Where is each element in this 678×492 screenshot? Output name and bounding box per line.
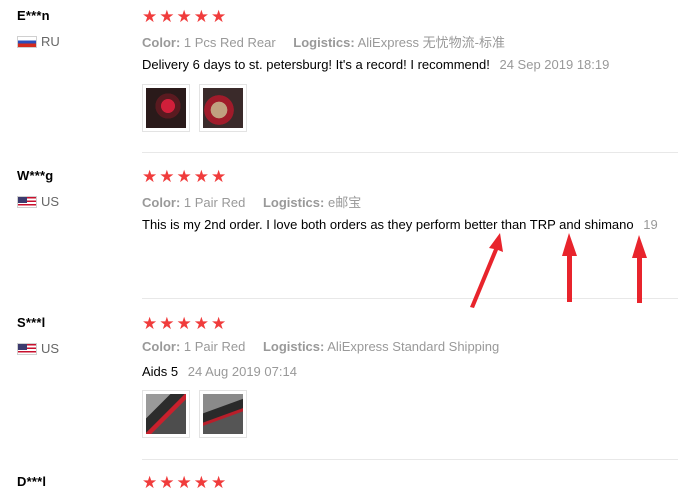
annotation-arrows — [470, 233, 647, 308]
review-divider — [142, 152, 678, 153]
reviewer-name: D***l — [17, 474, 47, 489]
logistics-value: e邮宝 — [327, 195, 362, 210]
review-date: 24 Aug 2019 07:14 — [187, 364, 297, 379]
color-label: Color: — [142, 339, 181, 354]
star-rating: ★★★★★ — [142, 314, 229, 333]
red-arrow-icon — [632, 235, 647, 303]
country-code: US — [41, 194, 60, 209]
red-arrow-icon — [562, 233, 577, 302]
country-code: RU — [41, 34, 60, 49]
color-value: 1 Pair Red — [183, 195, 246, 210]
review-divider — [142, 298, 678, 299]
star-rating: ★★★★★ — [142, 167, 229, 186]
review-photo-thumbnail[interactable] — [199, 390, 247, 438]
russia-flag-icon — [17, 35, 37, 48]
review-body: Delivery 6 days to st. petersburg! It's … — [142, 57, 490, 72]
reviewer-country: RU — [17, 34, 60, 49]
review-meta: Color: 1 Pair Red Logistics: AliExpress … — [142, 339, 499, 354]
review-text: Delivery 6 days to st. petersburg! It's … — [142, 57, 609, 72]
review-photo-thumbnail[interactable] — [142, 84, 190, 132]
review-photos — [142, 84, 247, 132]
color-value: 1 Pcs Red Rear — [183, 35, 276, 50]
star-rating: ★★★★★ — [142, 473, 229, 492]
usa-flag-icon — [17, 195, 37, 208]
logistics-label: Logistics: — [262, 195, 325, 210]
review-meta: Color: 1 Pcs Red Rear Logistics: AliExpr… — [142, 32, 505, 51]
review-photo-thumbnail[interactable] — [142, 390, 190, 438]
logistics-label: Logistics: — [262, 339, 325, 354]
review-photo-thumbnail[interactable] — [199, 84, 247, 132]
usa-flag-icon — [17, 342, 37, 355]
reviewer-name: W***g — [17, 168, 54, 183]
review-date: 19 — [643, 217, 658, 232]
reviewer-country: US — [17, 194, 59, 209]
logistics-label: Logistics: — [293, 35, 355, 50]
red-arrow-icon — [470, 233, 503, 308]
review-text: This is my 2nd order. I love both orders… — [142, 217, 658, 232]
review-divider — [142, 459, 678, 460]
review-meta: Color: 1 Pair Red Logistics: e邮宝 — [142, 192, 361, 211]
logistics-value: AliExpress 无忧物流-标准 — [357, 35, 505, 50]
star-rating: ★★★★★ — [142, 7, 229, 26]
review-body: This is my 2nd order. I love both orders… — [142, 217, 634, 232]
country-code: US — [41, 341, 60, 356]
color-value: 1 Pair Red — [183, 339, 246, 354]
logistics-value: AliExpress Standard Shipping — [327, 339, 500, 354]
review-text: Aids 5 24 Aug 2019 07:14 — [142, 364, 297, 379]
reviewer-name: E***n — [17, 8, 50, 23]
reviewer-name: S***l — [17, 315, 46, 330]
reviewer-country: US — [17, 341, 59, 356]
color-label: Color: — [142, 35, 181, 50]
review-photos — [142, 390, 247, 438]
color-label: Color: — [142, 195, 181, 210]
review-date: 24 Sep 2019 18:19 — [499, 57, 610, 72]
review-body: Aids 5 — [142, 364, 179, 379]
